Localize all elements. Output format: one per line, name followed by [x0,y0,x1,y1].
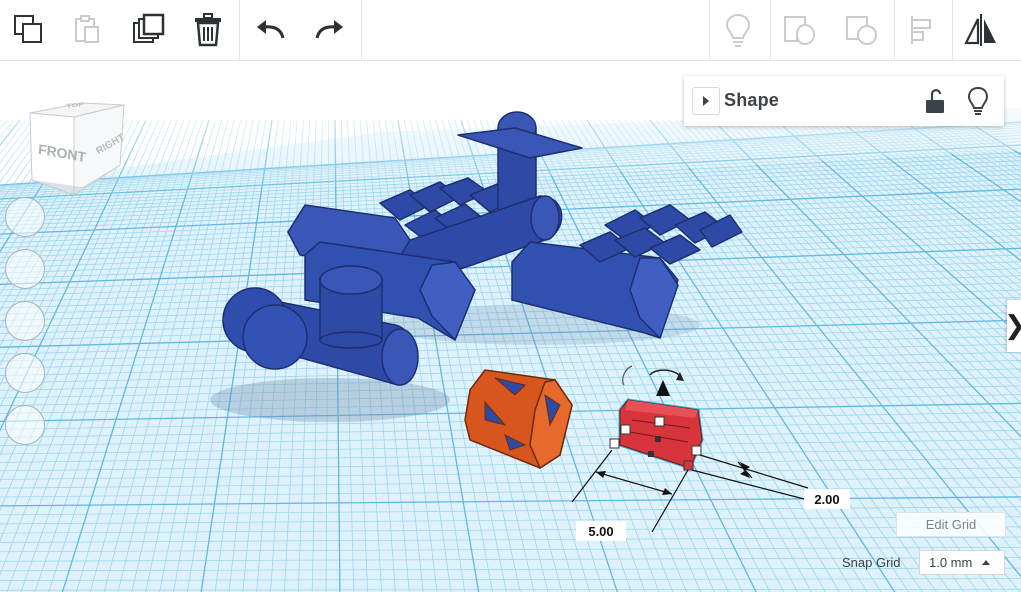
toolbar-divider [239,0,240,60]
lightbulb-icon [725,13,751,47]
visibility-button[interactable] [964,85,992,117]
trash-icon [195,13,221,47]
panel-collapse-tab[interactable]: ❯ [1004,300,1021,352]
undo-icon [257,20,285,39]
mirror-button[interactable] [954,4,1008,56]
projection-toggle-button[interactable] [5,405,45,445]
ungroup-icon [846,16,877,45]
edit-grid-button[interactable]: Edit Grid [896,512,1006,537]
viewcube[interactable]: TOP FRONT RIGHT [22,95,130,205]
toolbar-divider [361,0,362,60]
toolbar [0,0,1021,61]
lock-button[interactable] [922,86,950,116]
caret-right-icon [703,96,709,106]
workplane[interactable]: TOP FRONT RIGHT ❯ [0,61,1021,592]
align-button[interactable] [895,4,949,56]
width-dimension-label[interactable]: 2.00 [804,489,850,509]
toolbar-divider [770,0,771,60]
zoom-out-button[interactable] [5,353,45,393]
home-view-button[interactable] [5,197,45,237]
group-button[interactable] [772,4,826,56]
shadow [210,378,450,422]
group-icon [784,16,816,46]
workplane-grid[interactable] [0,61,1021,592]
caret-up-icon [982,559,991,565]
redo-button[interactable] [302,4,356,56]
lightbulb-icon [967,86,989,115]
duplicate-button[interactable] [122,4,176,56]
chevron-right-icon: ❯ [1004,311,1021,341]
unlock-icon [926,89,944,113]
zoom-in-button[interactable] [5,301,45,341]
inspector-toggle[interactable] [692,87,720,115]
copy-button[interactable] [2,4,56,56]
snap-grid-label: Snap Grid [842,555,901,570]
show-all-button[interactable] [711,4,765,56]
fit-view-button[interactable] [5,249,45,289]
undo-button[interactable] [244,4,298,56]
delete-button[interactable] [181,4,235,56]
toolbar-divider [709,0,710,60]
mirror-icon [964,14,996,46]
paste-button[interactable] [60,4,114,56]
copy-icon [14,15,42,43]
paste-icon [75,15,99,43]
snap-grid-value: 1.0 mm [929,555,973,570]
snap-grid-select[interactable]: 1.0 mm [919,550,1005,575]
toolbar-divider [952,0,953,60]
redo-icon [315,20,343,39]
ungroup-button[interactable] [834,4,888,56]
shape-inspector: Shape [684,76,1004,126]
duplicate-icon [133,13,165,43]
align-icon [911,16,931,44]
inspector-title: Shape [724,90,780,110]
length-dimension-label[interactable]: 5.00 [576,521,626,541]
